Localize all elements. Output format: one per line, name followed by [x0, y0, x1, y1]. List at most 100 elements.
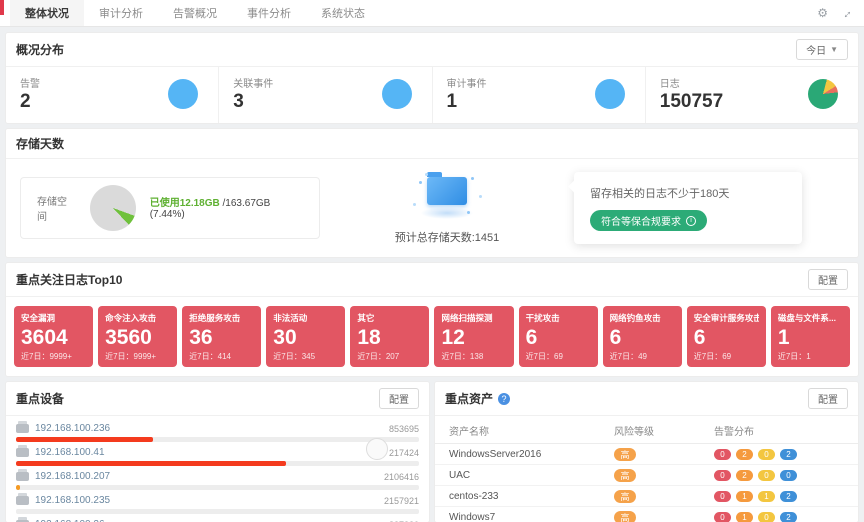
compliance-notice-card: 留存相关的日志不少于180天 符合等保合规要求 i — [574, 172, 802, 244]
folder-icon — [407, 171, 487, 223]
overview-stats: 告警2 关联事件3 审计事件1日志150757 — [6, 67, 858, 123]
help-icon[interactable]: ? — [498, 393, 510, 405]
storage-pie-chart — [90, 185, 136, 231]
asset-row: UAC高0200 — [435, 465, 858, 486]
log-card-title: 非法活动 — [273, 312, 338, 324]
top-log-card[interactable]: 命令注入攻击3560近7日：9999+ — [98, 306, 177, 367]
storage-used-text: 已使用12.18GB — [150, 198, 220, 209]
device-row[interactable]: 192.168.100.41217424 — [16, 442, 419, 466]
devices-title: 重点设备 — [16, 390, 64, 407]
stat-value: 2 — [20, 91, 40, 113]
assets-col-dist: 告警分布 — [714, 423, 844, 438]
stat-value: 150757 — [660, 91, 723, 113]
gear-icon[interactable]: ⚙ — [817, 6, 828, 20]
alarm-badge: 0 — [758, 512, 775, 522]
asset-rows: WindowsServer2016高0202UAC高0200centos-233… — [435, 444, 858, 522]
tab-1[interactable]: 审计分析 — [84, 0, 158, 26]
alarm-badges: 0202 — [714, 449, 844, 460]
chevron-down-icon: ▼ — [830, 45, 838, 54]
info-icon: i — [686, 216, 696, 226]
top-logs-config-button[interactable]: 配置 — [808, 269, 848, 290]
tab-3[interactable]: 事件分析 — [232, 0, 306, 26]
log-card-title: 磁盘与文件系... — [778, 312, 843, 324]
log-card-value: 36 — [189, 326, 254, 350]
top-log-card[interactable]: 其它18近7日：207 — [350, 306, 429, 367]
assets-table-header: 资产名称 风险等级 告警分布 — [435, 416, 858, 444]
log-card-value: 3604 — [21, 326, 86, 350]
alarm-badge: 0 — [758, 470, 775, 481]
expand-icon[interactable]: ↔ — [837, 4, 855, 22]
log-card-recent: 近7日：1 — [778, 351, 843, 362]
log-card-title: 干扰攻击 — [526, 312, 591, 324]
period-label: 今日 — [806, 42, 826, 57]
asset-name: UAC — [449, 470, 614, 481]
device-row[interactable]: 192.168.100.26837320 — [16, 514, 419, 522]
tab-bar-tabs: 整体状况审计分析告警概况事件分析系统状态 — [10, 0, 380, 26]
assets-config-button[interactable]: 配置 — [808, 388, 848, 409]
top-log-card[interactable]: 安全审计服务攻击6近7日：69 — [687, 306, 766, 367]
alarm-badge: 0 — [714, 512, 731, 522]
device-value: 2157921 — [384, 496, 419, 506]
device-row[interactable]: 192.168.100.235 2157921 — [16, 490, 419, 514]
alarm-badge: 2 — [736, 449, 753, 460]
stat-label: 告警 — [20, 75, 40, 90]
top-tab-bar: 整体状况审计分析告警概况事件分析系统状态 ⚙ ↔ — [0, 0, 864, 27]
floating-widget-button[interactable] — [366, 438, 388, 460]
log-card-recent: 近7日：9999+ — [21, 351, 86, 362]
log-card-title: 安全漏洞 — [21, 312, 86, 324]
log-card-value: 6 — [526, 326, 591, 350]
log-card-recent: 近7日：69 — [526, 351, 591, 362]
device-rows: 192.168.100.236853695192.168.100.4121742… — [6, 416, 429, 522]
top-log-card[interactable]: 安全漏洞 3604近7日：9999+ — [14, 306, 93, 367]
top-log-card[interactable]: 干扰攻击 6近7日：69 — [519, 306, 598, 367]
top-log-card[interactable]: 非法活动 30近7日：345 — [266, 306, 345, 367]
top-log-card[interactable]: 网络扫描探测12近7日：138 — [434, 306, 513, 367]
assets-title: 重点资产 — [445, 390, 493, 407]
stat-item: 日志150757 — [646, 67, 858, 123]
top-logs-title: 重点关注日志Top10 — [16, 271, 122, 288]
device-icon — [16, 424, 29, 433]
storage-section: 存储天数 存储空间 已使用12.18GB /163.67GB (7.44%) 预… — [6, 129, 858, 257]
tab-4[interactable]: 系统状态 — [306, 0, 380, 26]
devices-config-button[interactable]: 配置 — [379, 388, 419, 409]
top-log-card[interactable]: 拒绝服务攻击36近7日：414 — [182, 306, 261, 367]
blue-circle-icon — [168, 79, 198, 109]
compliance-badge[interactable]: 符合等保合规要求 i — [590, 210, 707, 231]
alarm-badge: 0 — [780, 470, 797, 481]
stat-value: 3 — [233, 91, 273, 113]
period-dropdown[interactable]: 今日 ▼ — [796, 39, 848, 60]
log-card-recent: 近7日：207 — [357, 351, 422, 362]
tab-2[interactable]: 告警概况 — [158, 0, 232, 26]
alarm-badge: 0 — [714, 470, 731, 481]
blue-circle-icon — [595, 79, 625, 109]
assets-col-risk: 风险等级 — [614, 423, 714, 438]
top-log-card[interactable]: 磁盘与文件系...1近7日：1 — [771, 306, 850, 367]
log-card-value: 30 — [273, 326, 338, 350]
device-icon — [16, 496, 29, 505]
active-tab-accent — [0, 0, 4, 15]
top-log-cards: 安全漏洞 3604近7日：9999+ 命令注入攻击3560近7日：9999+拒绝服务… — [6, 297, 858, 376]
log-card-recent: 近7日：138 — [441, 351, 506, 362]
alarm-badge: 2 — [780, 512, 797, 522]
storage-usage-text: 已使用12.18GB /163.67GB (7.44%) — [150, 194, 303, 220]
alarm-badge: 0 — [758, 449, 775, 460]
risk-badge: 高 — [614, 448, 636, 461]
device-row[interactable]: 192.168.100.2072106416 — [16, 466, 419, 490]
overview-title: 概况分布 — [16, 41, 64, 58]
stat-label: 审计事件 — [447, 75, 487, 90]
device-ip: 192.168.100.236 — [16, 423, 110, 434]
device-ip-text: 192.168.100.235 — [35, 495, 110, 506]
stat-label: 关联事件 — [233, 75, 273, 90]
asset-name: Windows7 — [449, 512, 614, 522]
alarm-badge: 1 — [758, 491, 775, 502]
alarm-badges: 0200 — [714, 470, 844, 481]
risk-badge: 高 — [614, 490, 636, 503]
top-log-card[interactable]: 网络钓鱼攻击6近7日：49 — [603, 306, 682, 367]
asset-row: WindowsServer2016高0202 — [435, 444, 858, 465]
overview-section: 概况分布 今日 ▼ 告警2 关联事件3 审计事件1日志150757 — [6, 33, 858, 123]
log-card-recent: 近7日：345 — [273, 351, 338, 362]
stat-item: 审计事件1 — [433, 67, 646, 123]
tab-0[interactable]: 整体状况 — [10, 0, 84, 26]
device-row[interactable]: 192.168.100.236853695 — [16, 418, 419, 442]
device-ip-text: 192.168.100.41 — [35, 447, 105, 458]
